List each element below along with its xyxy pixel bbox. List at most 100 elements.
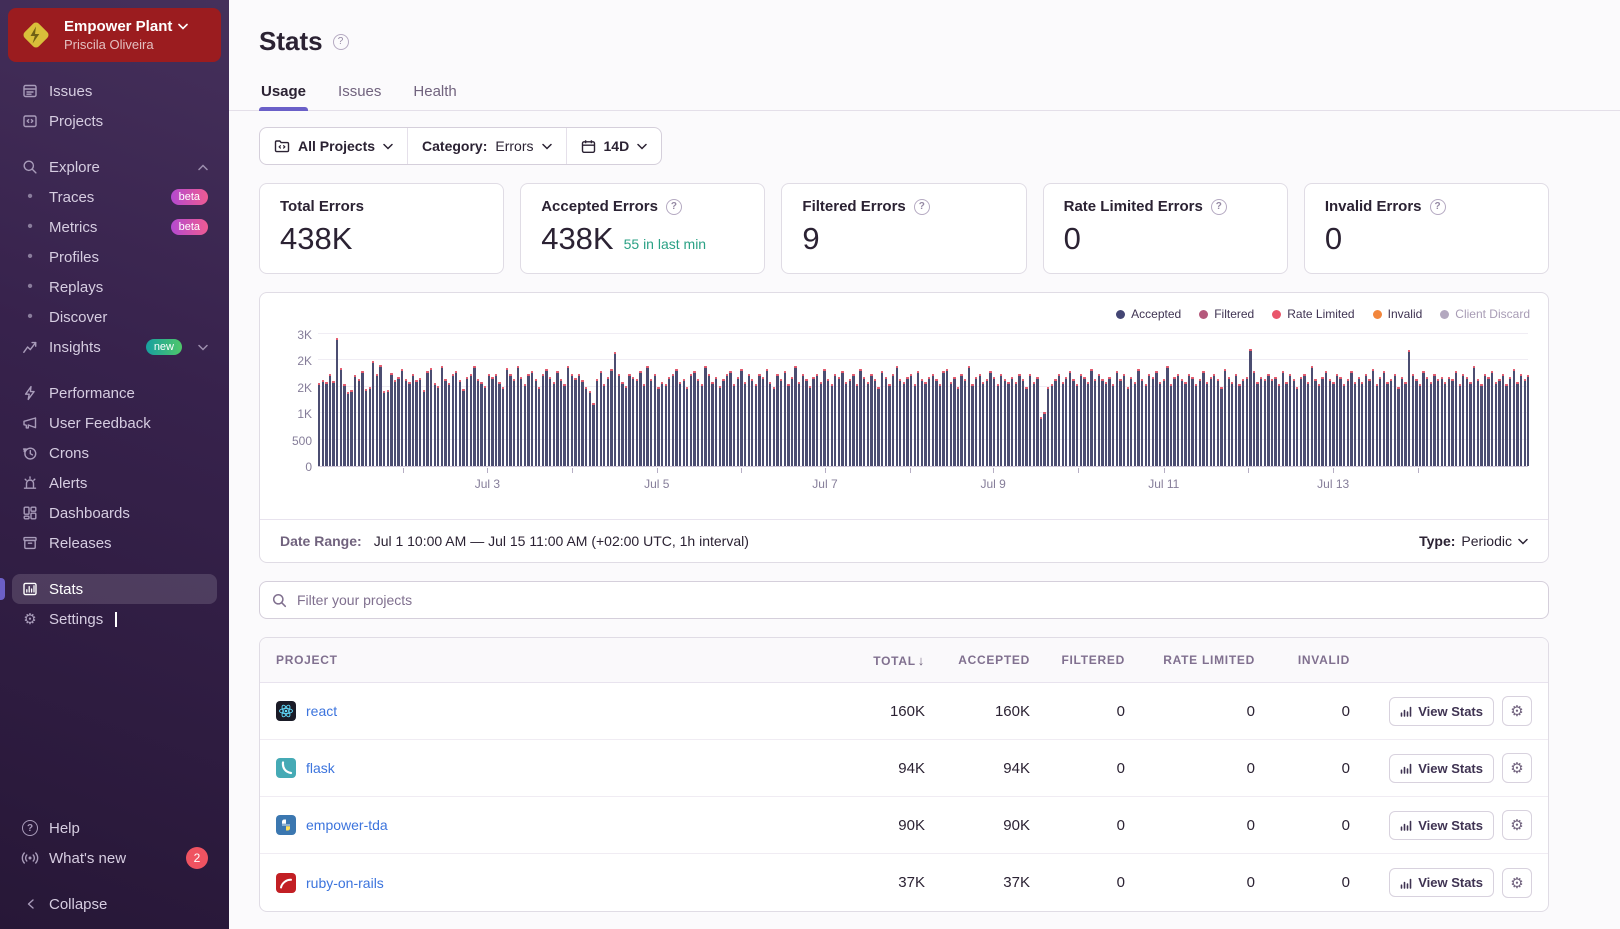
sidebar-item-performance[interactable]: Performance xyxy=(12,378,217,408)
bar xyxy=(668,377,670,467)
y-axis-label: 0 xyxy=(278,460,312,474)
bar xyxy=(942,371,944,466)
project-settings-button[interactable]: ⚙ xyxy=(1502,810,1532,840)
bar xyxy=(683,379,685,466)
column-header-accepted[interactable]: ACCEPTED xyxy=(933,653,1038,667)
bar xyxy=(325,382,327,466)
view-stats-label: View Stats xyxy=(1418,818,1483,833)
bar xyxy=(412,374,414,466)
sidebar-item-profiles[interactable]: •Profiles xyxy=(12,242,217,272)
bar xyxy=(1386,382,1388,466)
sidebar-item-help[interactable]: ?Help xyxy=(12,813,217,843)
view-stats-button[interactable]: View Stats xyxy=(1389,811,1494,840)
bar xyxy=(347,392,349,466)
bar xyxy=(1303,374,1305,466)
bullet: • xyxy=(21,188,39,206)
project-link[interactable]: ruby-on-rails xyxy=(306,875,384,891)
page-help-icon[interactable]: ? xyxy=(333,34,349,50)
sidebar-item-stats[interactable]: Stats xyxy=(12,574,217,604)
bar xyxy=(1332,382,1334,466)
chart-type-dropdown[interactable]: Type: Periodic xyxy=(1419,533,1528,549)
sidebar-item-what-s-new[interactable]: What's new2 xyxy=(12,843,217,873)
sidebar-item-insights[interactable]: Insightsnew xyxy=(12,332,217,362)
view-stats-button[interactable]: View Stats xyxy=(1389,697,1494,726)
sidebar-item-alerts[interactable]: Alerts xyxy=(12,468,217,498)
bar xyxy=(928,377,930,467)
legend-item-rate-limited[interactable]: Rate Limited xyxy=(1272,307,1354,321)
sidebar-item-discover[interactable]: •Discover xyxy=(12,302,217,332)
view-stats-label: View Stats xyxy=(1418,875,1483,890)
summary-cards: Total Errors438KAccepted Errors?438K55 i… xyxy=(259,183,1549,274)
project-link[interactable]: flask xyxy=(306,760,335,776)
help-icon[interactable]: ? xyxy=(914,199,930,215)
help-icon[interactable]: ? xyxy=(1211,199,1227,215)
bar xyxy=(1033,382,1035,466)
sidebar-item-metrics[interactable]: •Metricsbeta xyxy=(12,212,217,242)
sidebar-item-projects[interactable]: Projects xyxy=(12,106,217,136)
view-stats-button[interactable]: View Stats xyxy=(1389,868,1494,897)
bar xyxy=(397,377,399,467)
calendar-icon xyxy=(581,139,596,154)
legend-item-accepted[interactable]: Accepted xyxy=(1116,307,1181,321)
sidebar-item-issues[interactable]: Issues xyxy=(12,76,217,106)
project-settings-button[interactable]: ⚙ xyxy=(1502,868,1532,898)
bar xyxy=(1206,382,1208,466)
bar xyxy=(1007,382,1009,466)
column-header-invalid[interactable]: INVALID xyxy=(1263,653,1358,667)
x-axis-label: Jul 5 xyxy=(644,477,669,491)
bar xyxy=(1347,379,1349,466)
tab-health[interactable]: Health xyxy=(411,75,458,110)
project-filter-dropdown[interactable]: All Projects xyxy=(260,128,407,164)
help-icon[interactable]: ? xyxy=(1430,199,1446,215)
sidebar-item-settings[interactable]: ⚙Settings xyxy=(12,604,217,634)
org-switcher[interactable]: Empower Plant Priscila Oliveira xyxy=(8,8,221,62)
tab-issues[interactable]: Issues xyxy=(336,75,383,110)
bar xyxy=(650,379,652,466)
stat-card-rate-limited-errors: Rate Limited Errors?0 xyxy=(1043,183,1288,274)
project-link[interactable]: empower-tda xyxy=(306,817,388,833)
column-header-filtered[interactable]: FILTERED xyxy=(1038,653,1133,667)
date-range-dropdown[interactable]: 14D xyxy=(566,128,662,164)
sidebar-item-releases[interactable]: Releases xyxy=(12,528,217,558)
project-link[interactable]: react xyxy=(306,703,337,719)
project-settings-button[interactable]: ⚙ xyxy=(1502,696,1532,726)
bar xyxy=(1163,379,1165,466)
column-header-total[interactable]: TOTAL↓ xyxy=(813,653,933,668)
bar xyxy=(1516,382,1518,466)
sidebar-item-replays[interactable]: •Replays xyxy=(12,272,217,302)
tab-usage[interactable]: Usage xyxy=(259,75,308,110)
bar xyxy=(1466,377,1468,467)
view-stats-button[interactable]: View Stats xyxy=(1389,754,1494,783)
column-header-project[interactable]: PROJECT xyxy=(260,653,813,667)
x-axis-minor-tick xyxy=(1418,468,1419,473)
bar xyxy=(1358,377,1360,467)
sidebar-item-crons[interactable]: Crons xyxy=(12,438,217,468)
sidebar-item-label: Performance xyxy=(49,385,135,402)
sidebar-item-user-feedback[interactable]: User Feedback xyxy=(12,408,217,438)
project-settings-button[interactable]: ⚙ xyxy=(1502,753,1532,783)
sidebar-item-explore[interactable]: Explore xyxy=(12,152,217,182)
bar xyxy=(841,371,843,466)
sidebar-item-dashboards[interactable]: Dashboards xyxy=(12,498,217,528)
bar xyxy=(1513,369,1515,466)
bar-chart-icon xyxy=(1400,819,1412,831)
help-icon[interactable]: ? xyxy=(666,199,682,215)
legend-item-invalid[interactable]: Invalid xyxy=(1373,307,1423,321)
sidebar-item-label: Profiles xyxy=(49,249,99,266)
column-header-rate-limited[interactable]: RATE LIMITED xyxy=(1133,653,1263,667)
sidebar-collapse-button[interactable]: Collapse xyxy=(12,889,217,919)
invalid-value: 0 xyxy=(1263,760,1358,777)
legend-item-client-discard[interactable]: Client Discard xyxy=(1440,307,1530,321)
sidebar-item-traces[interactable]: •Tracesbeta xyxy=(12,182,217,212)
filtered-value: 0 xyxy=(1038,817,1133,834)
category-filter-dropdown[interactable]: Category: Errors xyxy=(407,128,565,164)
search-input[interactable] xyxy=(297,592,1536,608)
bar xyxy=(488,374,490,466)
bar xyxy=(1177,374,1179,466)
legend-item-filtered[interactable]: Filtered xyxy=(1199,307,1254,321)
bar xyxy=(589,391,591,466)
bar xyxy=(1036,377,1038,467)
bar xyxy=(1011,377,1013,467)
bar xyxy=(805,379,807,466)
main-content: Stats ? UsageIssuesHealth All Projects C… xyxy=(229,0,1620,929)
